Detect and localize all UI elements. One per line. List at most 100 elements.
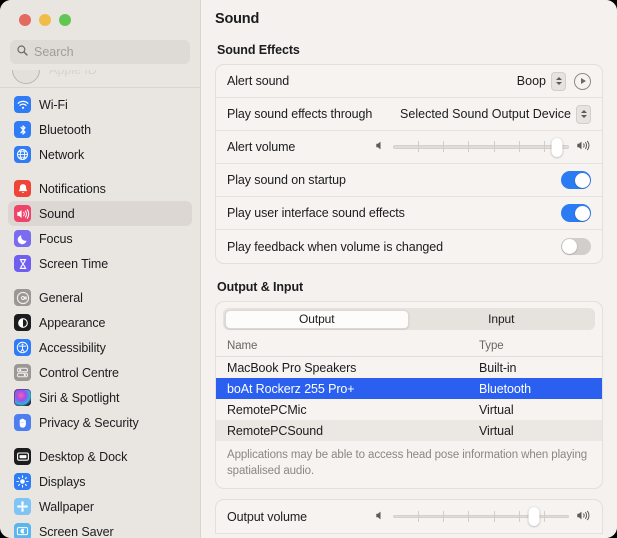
play-volume-feedback-toggle[interactable] — [561, 238, 591, 256]
hand-icon — [14, 414, 31, 431]
accessibility-icon — [14, 339, 31, 356]
control-centre-icon — [14, 364, 31, 381]
sidebar-item-screen-saver[interactable]: Screen Saver — [8, 519, 192, 538]
sidebar-item-wallpaper[interactable]: Wallpaper — [8, 494, 192, 519]
sidebar-item-desktop-dock[interactable]: Desktop & Dock — [8, 444, 192, 469]
play-icon[interactable] — [574, 73, 591, 90]
sidebar-group-1: Notifications Sound FocusScreen Time — [8, 176, 192, 276]
display-icon — [14, 473, 31, 490]
sidebar-item-label: Siri & Spotlight — [39, 391, 119, 405]
toggle-row-2: Play feedback when volume is changed — [216, 230, 602, 263]
speaker-min-icon — [375, 508, 386, 526]
device-type: Built-in — [479, 361, 591, 375]
sidebar-group-3: Desktop & Dock Displays Wallpaper Screen Sa… — [8, 444, 192, 538]
sidebar-item-control-centre[interactable]: Control Centre — [8, 360, 192, 385]
avatar — [12, 70, 40, 84]
chevron-updown-icon — [576, 105, 591, 124]
play-sound-effects-through-row: Play sound effects through Selected Soun… — [216, 98, 602, 131]
play-through-value: Selected Sound Output Device — [400, 107, 571, 121]
page-title: Sound — [215, 0, 603, 27]
search-input[interactable] — [34, 45, 183, 59]
appearance-icon — [14, 314, 31, 331]
sidebar-item-displays[interactable]: Displays — [8, 469, 192, 494]
slider-ticks — [393, 140, 569, 154]
device-name: RemotePCMic — [227, 403, 479, 417]
minimize-button[interactable] — [39, 14, 51, 26]
toggle-row-0: Play sound on startup — [216, 164, 602, 197]
sidebar-item-bluetooth[interactable]: Bluetooth — [8, 117, 192, 142]
tab-input[interactable]: Input — [409, 310, 594, 329]
device-name: RemotePCSound — [227, 424, 479, 438]
sidebar-item-label: General — [39, 291, 83, 305]
sidebar: Apple ID Wi-Fi Bluetooth Network Notificati… — [0, 0, 200, 538]
apple-id-row-clipped[interactable]: Apple ID — [0, 70, 200, 88]
alert-volume-slider[interactable] — [375, 138, 591, 156]
sidebar-item-sound[interactable]: Sound — [8, 201, 192, 226]
sound-effects-card: Alert sound Boop Play sound effects thro… — [215, 64, 603, 264]
device-type: Virtual — [479, 403, 591, 417]
sidebar-item-label: Appearance — [39, 316, 105, 330]
device-table: Name Type MacBook Pro Speakers Built-in … — [215, 336, 603, 489]
sidebar-group-2: General Appearance Accessibility Control Ce… — [8, 285, 192, 435]
sidebar-item-appearance[interactable]: Appearance — [8, 310, 192, 335]
sidebar-item-wi-fi[interactable]: Wi-Fi — [8, 92, 192, 117]
tab-output[interactable]: Output — [225, 310, 410, 329]
play-through-popup[interactable]: Selected Sound Output Device — [400, 105, 591, 124]
sidebar-item-notifications[interactable]: Notifications — [8, 176, 192, 201]
search-container — [0, 34, 200, 70]
wallpaper-icon — [14, 498, 31, 515]
play-ui-sound-effects-toggle[interactable] — [561, 204, 591, 222]
sidebar-item-accessibility[interactable]: Accessibility — [8, 335, 192, 360]
output-volume-label: Output volume — [227, 510, 375, 524]
sidebar-item-general[interactable]: General — [8, 285, 192, 310]
sidebar-item-screen-time[interactable]: Screen Time — [8, 251, 192, 276]
desktop-dock-icon — [14, 448, 31, 465]
column-header-name: Name — [227, 340, 479, 352]
alert-volume-knob[interactable] — [551, 138, 562, 157]
sidebar-item-focus[interactable]: Focus — [8, 226, 192, 251]
sidebar-item-label: Wi-Fi — [39, 98, 68, 112]
table-header: Name Type — [216, 336, 602, 357]
sidebar-item-label: Bluetooth — [39, 123, 91, 137]
toggle-row-1: Play user interface sound effects — [216, 197, 602, 230]
device-type: Virtual — [479, 424, 591, 438]
speaker-icon — [14, 205, 31, 222]
sidebar-item-label: Control Centre — [39, 366, 119, 380]
sidebar-item-network[interactable]: Network — [8, 142, 192, 167]
search-icon — [17, 43, 28, 61]
speaker-max-icon — [576, 508, 591, 526]
zoom-button[interactable] — [59, 14, 71, 26]
alert-sound-popup[interactable]: Boop — [517, 72, 566, 91]
table-row[interactable]: boAt Rockerz 255 Pro+ Bluetooth — [216, 378, 602, 399]
sidebar-group-0: Wi-Fi Bluetooth Network — [8, 92, 192, 167]
output-input-tabs-container: Output Input — [215, 301, 603, 336]
alert-volume-label: Alert volume — [227, 140, 375, 154]
sidebar-item-label: Displays — [39, 475, 85, 489]
output-volume-slider[interactable] — [375, 508, 591, 526]
close-button[interactable] — [19, 14, 31, 26]
main-content: Sound Sound Effects Alert sound Boop — [200, 0, 617, 538]
alert-sound-label: Alert sound — [227, 74, 517, 88]
sidebar-item-label: Accessibility — [39, 341, 106, 355]
table-row[interactable]: RemotePCSound Virtual — [216, 420, 602, 441]
device-name: boAt Rockerz 255 Pro+ — [227, 382, 479, 396]
toggle-label-0: Play sound on startup — [227, 173, 561, 187]
sidebar-nav: Wi-Fi Bluetooth Network Notifications Sound F… — [0, 90, 200, 538]
search-field[interactable] — [10, 40, 190, 64]
output-volume-knob[interactable] — [528, 507, 539, 526]
table-row[interactable]: RemotePCMic Virtual — [216, 399, 602, 420]
sidebar-item-label: Screen Saver — [39, 525, 114, 538]
sidebar-item-privacy-security[interactable]: Privacy & Security — [8, 410, 192, 435]
sidebar-item-label: Sound — [39, 207, 75, 221]
sidebar-item-label: Privacy & Security — [39, 416, 139, 430]
sound-effects-heading: Sound Effects — [217, 43, 603, 57]
sidebar-item-siri-spotlight[interactable]: Siri & Spotlight — [8, 385, 192, 410]
play-sound-on-startup-toggle[interactable] — [561, 171, 591, 189]
gear-icon — [14, 289, 31, 306]
moon-icon — [14, 230, 31, 247]
table-row[interactable]: MacBook Pro Speakers Built-in — [216, 357, 602, 378]
system-settings-window: Apple ID Wi-Fi Bluetooth Network Notificati… — [0, 0, 617, 538]
window-traffic-lights — [0, 0, 200, 34]
hourglass-icon — [14, 255, 31, 272]
output-volume-card: Output volume — [215, 499, 603, 534]
